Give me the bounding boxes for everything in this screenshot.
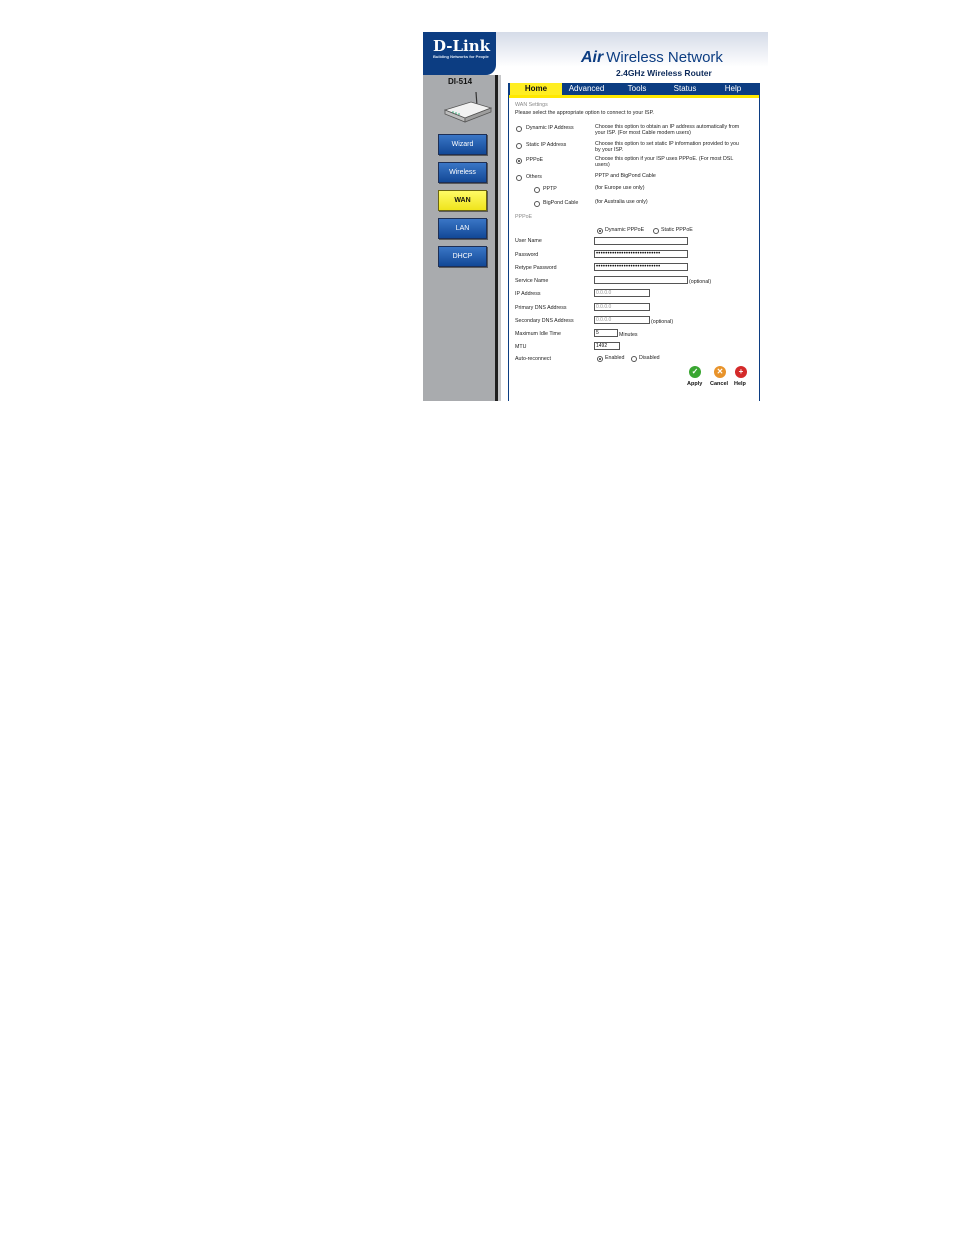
brand-name: Wireless Network (606, 49, 723, 66)
mtu-label: MTU (515, 344, 527, 350)
sidebar-item-dhcp[interactable]: DHCP (438, 246, 487, 267)
static-pppoe-label: Static PPPoE (661, 227, 693, 233)
product-subtitle: 2.4GHz Wireless Router (616, 68, 712, 78)
pppoe-section-title: PPPoE (515, 214, 533, 220)
option-pppoe-desc: Choose this option if your ISP uses PPPo… (595, 156, 734, 168)
secondary-dns-label: Secondary DNS Address (515, 318, 574, 324)
retype-password-input[interactable]: •••••••••••••••••••••••••••• (594, 263, 688, 271)
dynamic-pppoe-label: Dynamic PPPoE (605, 227, 645, 233)
option-pptp-desc: (for Europe use only) (595, 185, 645, 191)
tab-advanced[interactable]: Advanced (564, 83, 609, 95)
brand-air: Air (581, 49, 604, 66)
option-static-ip-label: Static IP Address (526, 142, 567, 148)
tab-underline (509, 95, 759, 98)
radio-pppoe[interactable] (516, 158, 522, 164)
cancel-button[interactable]: Cancel (710, 381, 728, 387)
option-pppoe-label: PPPoE (526, 157, 544, 163)
cancel-icon[interactable]: ✕ (714, 366, 726, 378)
logo-tagline: Building Networks for People (433, 54, 489, 59)
reconnect-enabled-label: Enabled (605, 355, 625, 361)
service-name-input[interactable] (594, 276, 688, 284)
help-button[interactable]: Help (734, 381, 746, 387)
radio-dynamic-pppoe[interactable] (597, 228, 603, 234)
apply-button[interactable]: Apply (687, 381, 702, 387)
radio-static-ip[interactable] (516, 143, 522, 149)
radio-static-pppoe[interactable] (653, 228, 659, 234)
radio-bigpond[interactable] (534, 201, 540, 207)
tab-help[interactable]: Help (713, 83, 753, 95)
wan-settings-title: WAN Settings (515, 102, 548, 108)
auto-reconnect-label: Auto-reconnect (515, 356, 551, 362)
secondary-dns-input[interactable]: 0.0.0.0 (594, 316, 650, 324)
primary-dns-input[interactable]: 0.0.0.0 (594, 303, 650, 311)
router-admin-window: D-Link Building Networks for People Air W… (423, 32, 768, 401)
option-others-label: Others (526, 174, 542, 180)
option-bigpond-label: BigPond Cable (543, 200, 579, 206)
router-image-icon (443, 91, 493, 123)
option-pptp-label: PPTP (543, 186, 557, 192)
service-optional-note: (optional) (689, 279, 712, 285)
user-name-label: User Name (515, 238, 542, 244)
radio-reconnect-disabled[interactable] (631, 356, 637, 362)
main-content: Home Advanced Tools Status Help WAN Sett… (508, 83, 760, 401)
tab-tools[interactable]: Tools (617, 83, 657, 95)
option-bigpond-desc: (for Australia use only) (595, 199, 648, 205)
option-others-desc: PPTP and BigPond Cable (595, 173, 656, 179)
password-input[interactable]: •••••••••••••••••••••••••••• (594, 250, 688, 258)
user-name-input[interactable] (594, 237, 688, 245)
idle-time-input[interactable]: 5 (594, 329, 618, 337)
sidebar-item-wizard[interactable]: Wizard (438, 134, 487, 155)
sidebar-item-wireless[interactable]: Wireless (438, 162, 487, 183)
radio-reconnect-enabled[interactable] (597, 356, 603, 362)
option-dynamic-ip-label: Dynamic IP Address (526, 125, 574, 131)
option-static-ip-desc: Choose this option to set static IP info… (595, 141, 739, 153)
radio-others[interactable] (516, 175, 522, 181)
dlink-logo: D-Link (433, 37, 491, 55)
tab-home[interactable]: Home (510, 83, 562, 95)
tab-status[interactable]: Status (665, 83, 705, 95)
logo-panel: D-Link Building Networks for People (423, 32, 496, 75)
password-label: Password (515, 252, 539, 258)
sidebar-item-lan[interactable]: LAN (438, 218, 487, 239)
sidebar-item-wan[interactable]: WAN (438, 190, 487, 211)
reconnect-disabled-label: Disabled (639, 355, 660, 361)
wan-intro: Please select the appropriate option to … (515, 110, 654, 116)
service-name-label: Service Name (515, 278, 549, 284)
tab-bar: Home Advanced Tools Status Help (509, 83, 759, 95)
primary-dns-label: Primary DNS Address (515, 305, 567, 311)
idle-time-unit: Minutes (619, 332, 638, 338)
apply-icon[interactable]: ✓ (689, 366, 701, 378)
model-label: DI-514 (448, 77, 473, 86)
idle-time-label: Maximum Idle Time (515, 331, 561, 337)
option-dynamic-ip-desc: Choose this option to obtain an IP addre… (595, 124, 740, 136)
ip-address-input[interactable]: 0.0.0.0 (594, 289, 650, 297)
retype-password-label: Retype Password (515, 265, 557, 271)
product-brand: Air Wireless Network (581, 49, 723, 67)
sidebar-divider-light (498, 75, 501, 401)
secondary-dns-optional-note: (optional) (651, 319, 674, 325)
radio-pptp[interactable] (534, 187, 540, 193)
mtu-input[interactable]: 1492 (594, 342, 620, 350)
help-icon[interactable]: + (735, 366, 747, 378)
radio-dynamic-ip[interactable] (516, 126, 522, 132)
ip-address-label: IP Address (515, 291, 541, 297)
